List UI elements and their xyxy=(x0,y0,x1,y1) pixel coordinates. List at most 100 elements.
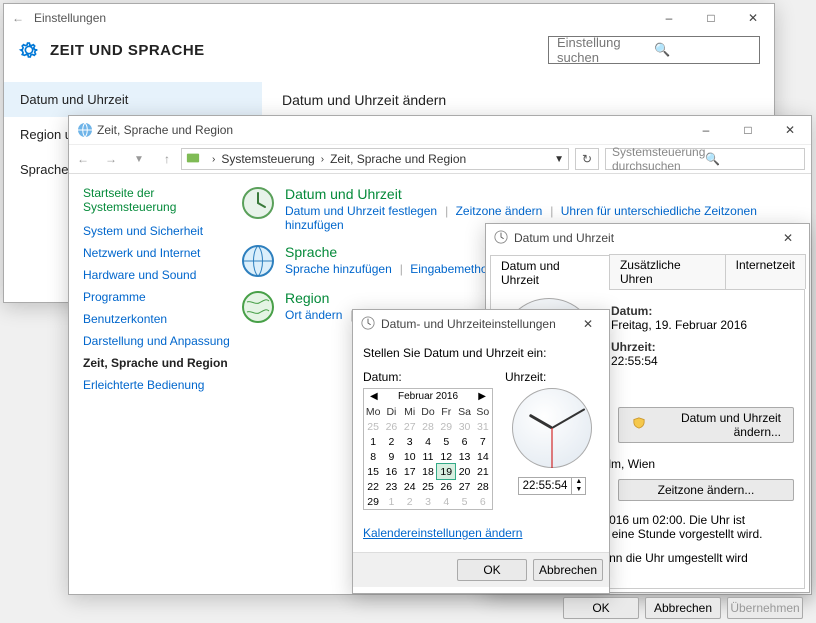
cal-day[interactable]: 24 xyxy=(401,479,419,494)
breadcrumb[interactable]: › Systemsteuerung › Zeit, Sprache und Re… xyxy=(181,148,569,170)
tab-internet[interactable]: Internetzeit xyxy=(725,254,806,289)
link-change-timezone[interactable]: Zeitzone ändern xyxy=(456,204,543,218)
cal-next-icon[interactable]: ▶ xyxy=(474,391,490,402)
tab-datetime[interactable]: Datum und Uhrzeit xyxy=(490,255,610,290)
cal-day[interactable]: 5 xyxy=(455,494,473,509)
cal-day[interactable]: 3 xyxy=(401,434,419,449)
sidebar-item-system[interactable]: System und Sicherheit xyxy=(83,224,233,238)
cal-day[interactable]: 4 xyxy=(419,434,437,449)
cal-day[interactable]: 2 xyxy=(401,494,419,509)
cal-day[interactable]: 20 xyxy=(455,464,473,479)
cal-day[interactable]: 28 xyxy=(419,419,437,434)
cal-month[interactable]: Februar 2016 xyxy=(394,391,462,402)
cal-day[interactable]: 18 xyxy=(419,464,437,479)
nav-recent-icon[interactable]: ▼ xyxy=(125,154,153,165)
cancel-button[interactable]: Abbrechen xyxy=(533,559,603,581)
sidebar-item-ease[interactable]: Erleichterte Bedienung xyxy=(83,378,233,392)
link-set-datetime[interactable]: Datum und Uhrzeit festlegen xyxy=(285,204,437,218)
cpanel-search[interactable]: Systemsteuerung durchsuchen 🔍 xyxy=(605,148,805,170)
max-button[interactable]: □ xyxy=(690,4,732,32)
cal-day[interactable]: 10 xyxy=(401,449,419,464)
cal-day[interactable]: 11 xyxy=(419,449,437,464)
cal-day[interactable]: 22 xyxy=(364,479,382,494)
cal-day[interactable]: 21 xyxy=(474,464,492,479)
back-icon[interactable]: ← xyxy=(12,11,24,25)
cal-day[interactable]: 6 xyxy=(455,434,473,449)
ok-button[interactable]: OK xyxy=(563,597,639,619)
cal-prev-icon[interactable]: ◀ xyxy=(366,391,382,402)
cal-day[interactable]: 12 xyxy=(437,449,455,464)
min-button[interactable]: – xyxy=(648,4,690,32)
tab-extra[interactable]: Zusätzliche Uhren xyxy=(609,254,726,289)
max-button[interactable]: □ xyxy=(727,116,769,144)
category-datetime-title[interactable]: Datum und Uhrzeit xyxy=(285,186,811,202)
cal-day[interactable]: 28 xyxy=(474,479,492,494)
cal-day[interactable]: 27 xyxy=(455,479,473,494)
sidebar-item-hardware[interactable]: Hardware und Sound xyxy=(83,268,233,282)
nav-up-icon[interactable]: ↑ xyxy=(153,152,181,166)
cal-day[interactable]: 6 xyxy=(474,494,492,509)
sidebar-item-appearance[interactable]: Darstellung und Anpassung xyxy=(83,334,233,348)
cal-day[interactable]: 4 xyxy=(437,494,455,509)
cal-day[interactable]: 26 xyxy=(382,419,400,434)
time-spinner[interactable]: ▲▼ xyxy=(571,478,585,494)
cal-day[interactable]: 19 xyxy=(437,464,455,479)
cancel-button[interactable]: Abbrechen xyxy=(645,597,721,619)
close-button[interactable]: ✕ xyxy=(732,4,774,32)
sidebar-item-users[interactable]: Benutzerkonten xyxy=(83,312,233,326)
cal-day[interactable]: 8 xyxy=(364,449,382,464)
chevron-down-icon[interactable]: ▼ xyxy=(554,154,564,165)
close-button[interactable]: ✕ xyxy=(567,310,609,338)
cal-day[interactable]: 3 xyxy=(419,494,437,509)
ok-button[interactable]: OK xyxy=(457,559,527,581)
cal-day[interactable]: 25 xyxy=(364,419,382,434)
cal-day[interactable]: 13 xyxy=(455,449,473,464)
cal-day[interactable]: 15 xyxy=(364,464,382,479)
nav-back-icon[interactable]: ← xyxy=(69,152,97,166)
cal-day[interactable]: 26 xyxy=(437,479,455,494)
cal-day[interactable]: 16 xyxy=(382,464,400,479)
calendar-settings-link[interactable]: Kalendereinstellungen ändern xyxy=(363,526,522,540)
cal-day[interactable]: 2 xyxy=(382,434,400,449)
settings-search[interactable]: Einstellung suchen 🔍 xyxy=(548,36,760,64)
breadcrumb-current[interactable]: Zeit, Sprache und Region xyxy=(330,152,466,166)
sidebar-item-network[interactable]: Netzwerk und Internet xyxy=(83,246,233,260)
sidebar-item-programs[interactable]: Programme xyxy=(83,290,233,304)
refresh-icon[interactable]: ↻ xyxy=(575,148,599,170)
breadcrumb-root[interactable]: Systemsteuerung xyxy=(221,152,314,166)
cal-day[interactable]: 31 xyxy=(474,419,492,434)
cal-day[interactable]: 7 xyxy=(474,434,492,449)
cal-day[interactable]: 23 xyxy=(382,479,400,494)
cal-day[interactable]: 27 xyxy=(401,419,419,434)
cal-day[interactable]: 14 xyxy=(474,449,492,464)
cal-day[interactable]: 29 xyxy=(364,494,382,509)
set-datetime-dialog: Datum- und Uhrzeiteinstellungen ✕ Stelle… xyxy=(352,309,610,594)
cpanel-sidebar: Startseite der Systemsteuerung System un… xyxy=(69,186,241,400)
cal-day[interactable]: 5 xyxy=(437,434,455,449)
change-datetime-button[interactable]: Datum und Uhrzeit ändern... xyxy=(618,407,794,443)
cal-day[interactable]: 1 xyxy=(364,434,382,449)
setdt-intro: Stellen Sie Datum und Uhrzeit ein: xyxy=(363,346,599,360)
cal-day[interactable]: 17 xyxy=(401,464,419,479)
nav-fwd-icon[interactable]: → xyxy=(97,152,125,166)
sidebar-home[interactable]: Startseite der Systemsteuerung xyxy=(83,186,233,214)
cal-day[interactable]: 25 xyxy=(419,479,437,494)
time-label: Uhrzeit: xyxy=(505,370,599,384)
date-label: Datum: xyxy=(363,370,493,384)
min-button[interactable]: – xyxy=(685,116,727,144)
close-button[interactable]: ✕ xyxy=(767,224,809,252)
apply-button[interactable]: Übernehmen xyxy=(727,597,803,619)
close-button[interactable]: ✕ xyxy=(769,116,811,144)
sidebar-item-time-lang-region[interactable]: Zeit, Sprache und Region xyxy=(83,356,233,370)
change-tz-button[interactable]: Zeitzone ändern... xyxy=(618,479,794,501)
cal-day[interactable]: 29 xyxy=(437,419,455,434)
link-add-language[interactable]: Sprache hinzufügen xyxy=(285,262,392,276)
time-input[interactable]: 22:55:54 ▲▼ xyxy=(518,477,587,495)
nav-item-datetime[interactable]: Datum und Uhrzeit xyxy=(4,82,262,117)
cal-day[interactable]: 9 xyxy=(382,449,400,464)
cal-day[interactable]: 30 xyxy=(455,419,473,434)
cal-day[interactable]: 1 xyxy=(382,494,400,509)
time-input-value[interactable]: 22:55:54 xyxy=(519,478,572,494)
link-change-location[interactable]: Ort ändern xyxy=(285,308,342,322)
calendar[interactable]: ◀ Februar 2016 ▶ MoDiMiDoFrSaSo252627282… xyxy=(363,388,493,510)
